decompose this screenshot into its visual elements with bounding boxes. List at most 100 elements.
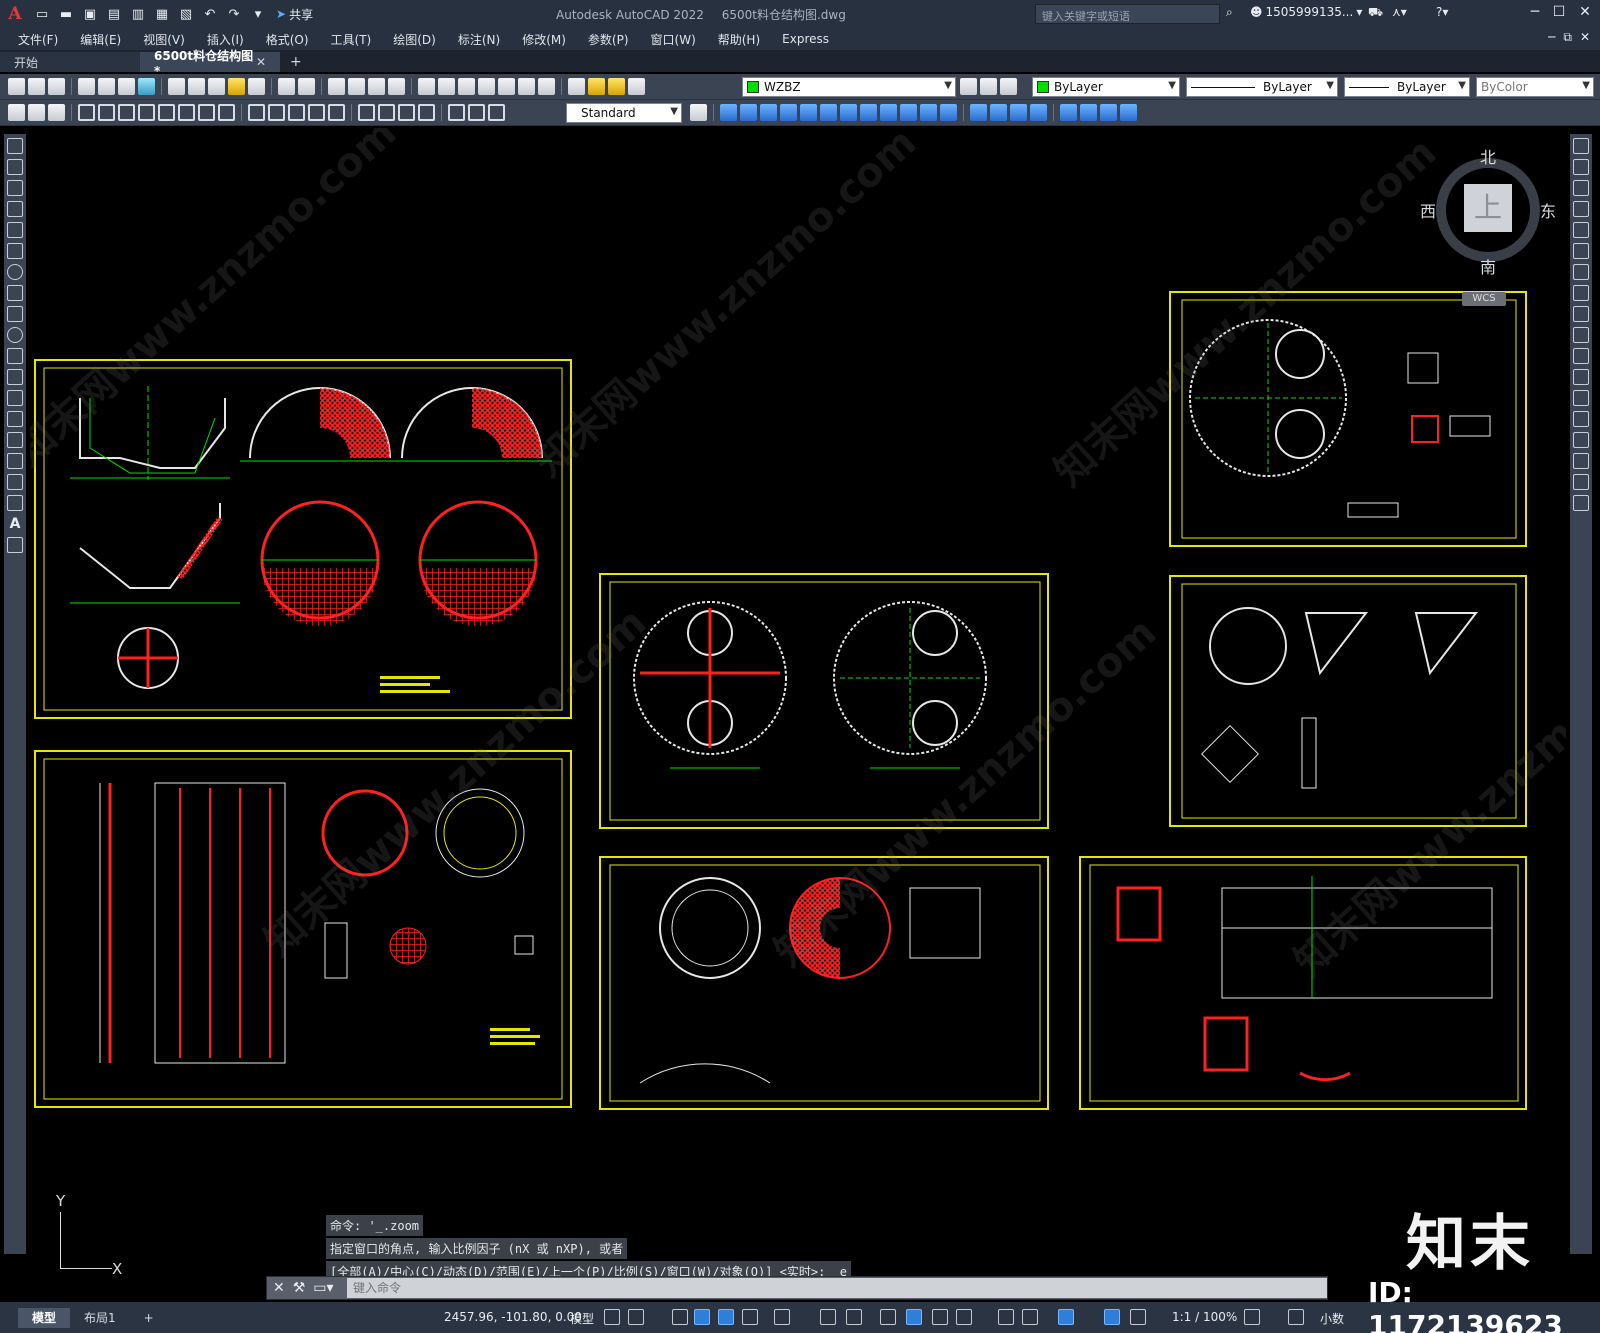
gizmo-icon[interactable] (1058, 1309, 1074, 1325)
quick-dimension-icon[interactable] (248, 104, 265, 121)
object-snap-tracking-icon[interactable] (820, 1309, 836, 1325)
plotstyle-dropdown[interactable]: ByColor ▼ (1476, 77, 1594, 97)
save-icon[interactable] (48, 78, 65, 95)
search-input[interactable]: 键入关键字或短语 (1035, 4, 1220, 24)
selection-filter-icon[interactable] (1022, 1309, 1038, 1325)
dimension-break-icon[interactable] (328, 104, 345, 121)
3d-rotate-icon[interactable] (1080, 104, 1097, 121)
multiline-text-icon[interactable]: A (7, 516, 23, 532)
model-space-toggle[interactable]: 模型 (570, 1310, 594, 1327)
annotation-scale[interactable]: 1:1 / 100% (1172, 1310, 1237, 1324)
dynamic-ucs-icon[interactable] (998, 1309, 1014, 1325)
move-icon[interactable] (1573, 243, 1589, 259)
revolve-icon[interactable] (920, 104, 937, 121)
coordinates-readout[interactable]: 2457.96, -101.80, 0.00 (444, 1310, 582, 1324)
zoom-realtime-icon[interactable] (348, 78, 365, 95)
ordinate-icon[interactable] (138, 104, 155, 121)
diameter-icon[interactable] (198, 104, 215, 121)
open-icon[interactable] (28, 78, 45, 95)
search-icon[interactable]: ⌕ (1226, 5, 1233, 20)
compass-east[interactable]: 东 (1540, 198, 1556, 222)
tab-drawing[interactable]: 6500t料仓结构图* ✕ (140, 49, 280, 78)
drawing-canvas[interactable]: 知末网www.znzmo.com 知末网www.znzmo.com 知末网www… (30, 128, 1566, 1268)
sweep-icon[interactable] (900, 104, 917, 121)
layer-thaw-icon[interactable] (608, 78, 625, 95)
plot-icon[interactable]: ▧ (175, 4, 197, 24)
ortho-icon[interactable] (718, 1309, 734, 1325)
fillet-icon[interactable] (1573, 453, 1589, 469)
tolerance-icon[interactable] (358, 104, 375, 121)
layer-lock-icon[interactable] (628, 78, 645, 95)
torus-icon[interactable] (820, 104, 837, 121)
publish-icon[interactable] (118, 78, 135, 95)
linear-dimension-icon[interactable] (78, 104, 95, 121)
customize-icon[interactable]: ⚒ (293, 1280, 306, 1296)
sheet-silo-section[interactable] (34, 359, 572, 719)
menu-help[interactable]: 帮助(H) (718, 31, 760, 48)
wcs-menu[interactable]: WCS (1462, 292, 1506, 306)
subtract-icon[interactable] (990, 104, 1007, 121)
menu-tools[interactable]: 工具(T) (331, 31, 372, 48)
draw-order-icon[interactable] (8, 104, 25, 121)
new-file-icon[interactable]: ▭ (31, 4, 53, 24)
menu-insert[interactable]: 插入(I) (207, 31, 244, 48)
tab-model[interactable]: 模型 (18, 1307, 71, 1328)
arc-length-icon[interactable] (118, 104, 135, 121)
point-icon[interactable] (7, 411, 23, 427)
tab-start[interactable]: 开始 (0, 52, 140, 72)
menu-edit[interactable]: 编辑(E) (80, 31, 121, 48)
polygon-icon[interactable] (7, 201, 23, 217)
sheet-column-detail[interactable] (1079, 856, 1527, 1110)
menu-file[interactable]: 文件(F) (18, 31, 58, 48)
polyline-icon[interactable] (7, 180, 23, 196)
revision-cloud-icon[interactable] (7, 285, 23, 301)
command-input[interactable] (347, 1278, 1327, 1298)
arc-icon[interactable] (7, 243, 23, 259)
menu-express[interactable]: Express (782, 32, 829, 46)
angular-icon[interactable] (218, 104, 235, 121)
sheet-set-icon[interactable] (478, 78, 495, 95)
scale-icon[interactable] (1573, 285, 1589, 301)
ellipse-icon[interactable] (7, 327, 23, 343)
doc-restore-icon[interactable]: ⧉ (1563, 30, 1572, 45)
offset-icon[interactable] (1573, 201, 1589, 217)
make-current-icon[interactable] (960, 78, 977, 95)
gradient-icon[interactable] (7, 453, 23, 469)
menu-modify[interactable]: 修改(M) (522, 31, 566, 48)
undo-icon[interactable] (278, 78, 295, 95)
object-snap-icon[interactable] (846, 1309, 862, 1325)
extend-icon[interactable] (1573, 348, 1589, 364)
make-block-icon[interactable] (7, 390, 23, 406)
pyramid-icon[interactable] (840, 104, 857, 121)
redo-icon[interactable]: ↷ (223, 4, 245, 24)
wedge-icon[interactable] (740, 104, 757, 121)
tool-palettes-icon[interactable] (458, 78, 475, 95)
quickcalc-icon[interactable] (518, 78, 535, 95)
doc-close-icon[interactable]: ✕ (1580, 30, 1590, 45)
3d-move-icon[interactable] (1060, 104, 1077, 121)
dimension-space-icon[interactable] (308, 104, 325, 121)
intersect-icon[interactable] (1010, 104, 1027, 121)
break-icon[interactable] (1573, 390, 1589, 406)
color-dropdown[interactable]: ByLayer ▼ (1032, 77, 1180, 97)
open-web-icon[interactable]: ▦ (151, 4, 173, 24)
selection-cycling-icon[interactable] (932, 1309, 948, 1325)
lineweight-dropdown[interactable]: ByLayer ▼ (1344, 77, 1470, 97)
loft-icon[interactable] (940, 104, 957, 121)
circle-icon[interactable] (7, 264, 23, 280)
spline-icon[interactable] (7, 306, 23, 322)
trim-icon[interactable] (1573, 327, 1589, 343)
3d-array-icon[interactable] (1120, 104, 1137, 121)
union-icon[interactable] (970, 104, 987, 121)
menu-parametric[interactable]: 参数(P) (588, 31, 629, 48)
break-at-point-icon[interactable] (1573, 369, 1589, 385)
extrude-icon[interactable] (860, 104, 877, 121)
continue-icon[interactable] (288, 104, 305, 121)
cylinder-icon[interactable] (800, 104, 817, 121)
viewcube[interactable]: 上 北 南 西 东 (1420, 148, 1556, 277)
isometric-icon[interactable] (774, 1309, 790, 1325)
hatch-icon[interactable] (7, 432, 23, 448)
cut-icon[interactable] (168, 78, 185, 95)
zoom-previous-icon[interactable] (388, 78, 405, 95)
block-editor-icon[interactable] (248, 78, 265, 95)
